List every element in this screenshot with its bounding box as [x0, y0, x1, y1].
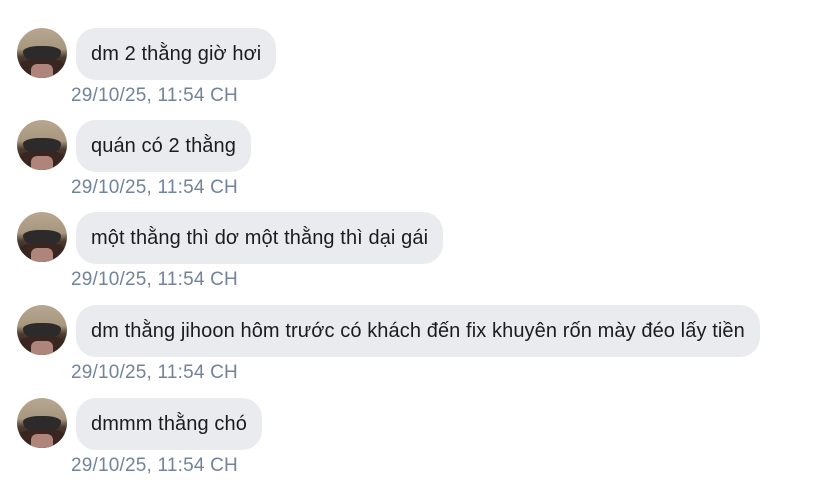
message-row: dm 2 thằng giờ hơi 29/10/25, 11:54 CH: [0, 28, 837, 120]
avatar-face-shape: [31, 248, 53, 262]
chat-window: { "messages": [ { "text": "dm 2 thằng gi…: [0, 0, 837, 484]
message-timestamp: 29/10/25, 11:54 CH: [71, 85, 238, 106]
avatar-hat-shape: [23, 323, 61, 337]
avatar[interactable]: [17, 398, 67, 448]
avatar[interactable]: [17, 120, 67, 170]
message-row: quán có 2 thằng 29/10/25, 11:54 CH: [0, 120, 837, 212]
message-bubble[interactable]: dmmm thằng chó: [76, 398, 262, 450]
message-timestamp: 29/10/25, 11:54 CH: [71, 269, 238, 290]
message-bubble[interactable]: quán có 2 thằng: [76, 120, 251, 172]
message-bubble[interactable]: dm thằng jihoon hôm trước có khách đến f…: [76, 305, 760, 357]
avatar-hat-shape: [23, 230, 61, 244]
avatar-face-shape: [31, 434, 53, 448]
avatar[interactable]: [17, 305, 67, 355]
message-bubble[interactable]: một thằng thì dơ một thằng thì dại gái: [76, 212, 444, 264]
message-row: một thằng thì dơ một thằng thì dại gái 2…: [0, 212, 837, 304]
avatar-face-shape: [31, 341, 53, 355]
avatar[interactable]: [17, 28, 67, 78]
avatar-face-shape: [31, 64, 53, 78]
message-bubble[interactable]: dm 2 thằng giờ hơi: [76, 28, 277, 80]
message-row: dmmm thằng chó 29/10/25, 11:54 CH: [0, 398, 837, 490]
message-timestamp: 29/10/25, 11:54 CH: [71, 362, 238, 383]
message-timestamp: 29/10/25, 11:54 CH: [71, 455, 238, 476]
avatar-hat-shape: [23, 416, 61, 430]
avatar-hat-shape: [23, 46, 61, 60]
message-timestamp: 29/10/25, 11:54 CH: [71, 177, 238, 198]
avatar-face-shape: [31, 156, 53, 170]
avatar[interactable]: [17, 212, 67, 262]
avatar-hat-shape: [23, 138, 61, 152]
message-row: dm thằng jihoon hôm trước có khách đến f…: [0, 305, 837, 397]
